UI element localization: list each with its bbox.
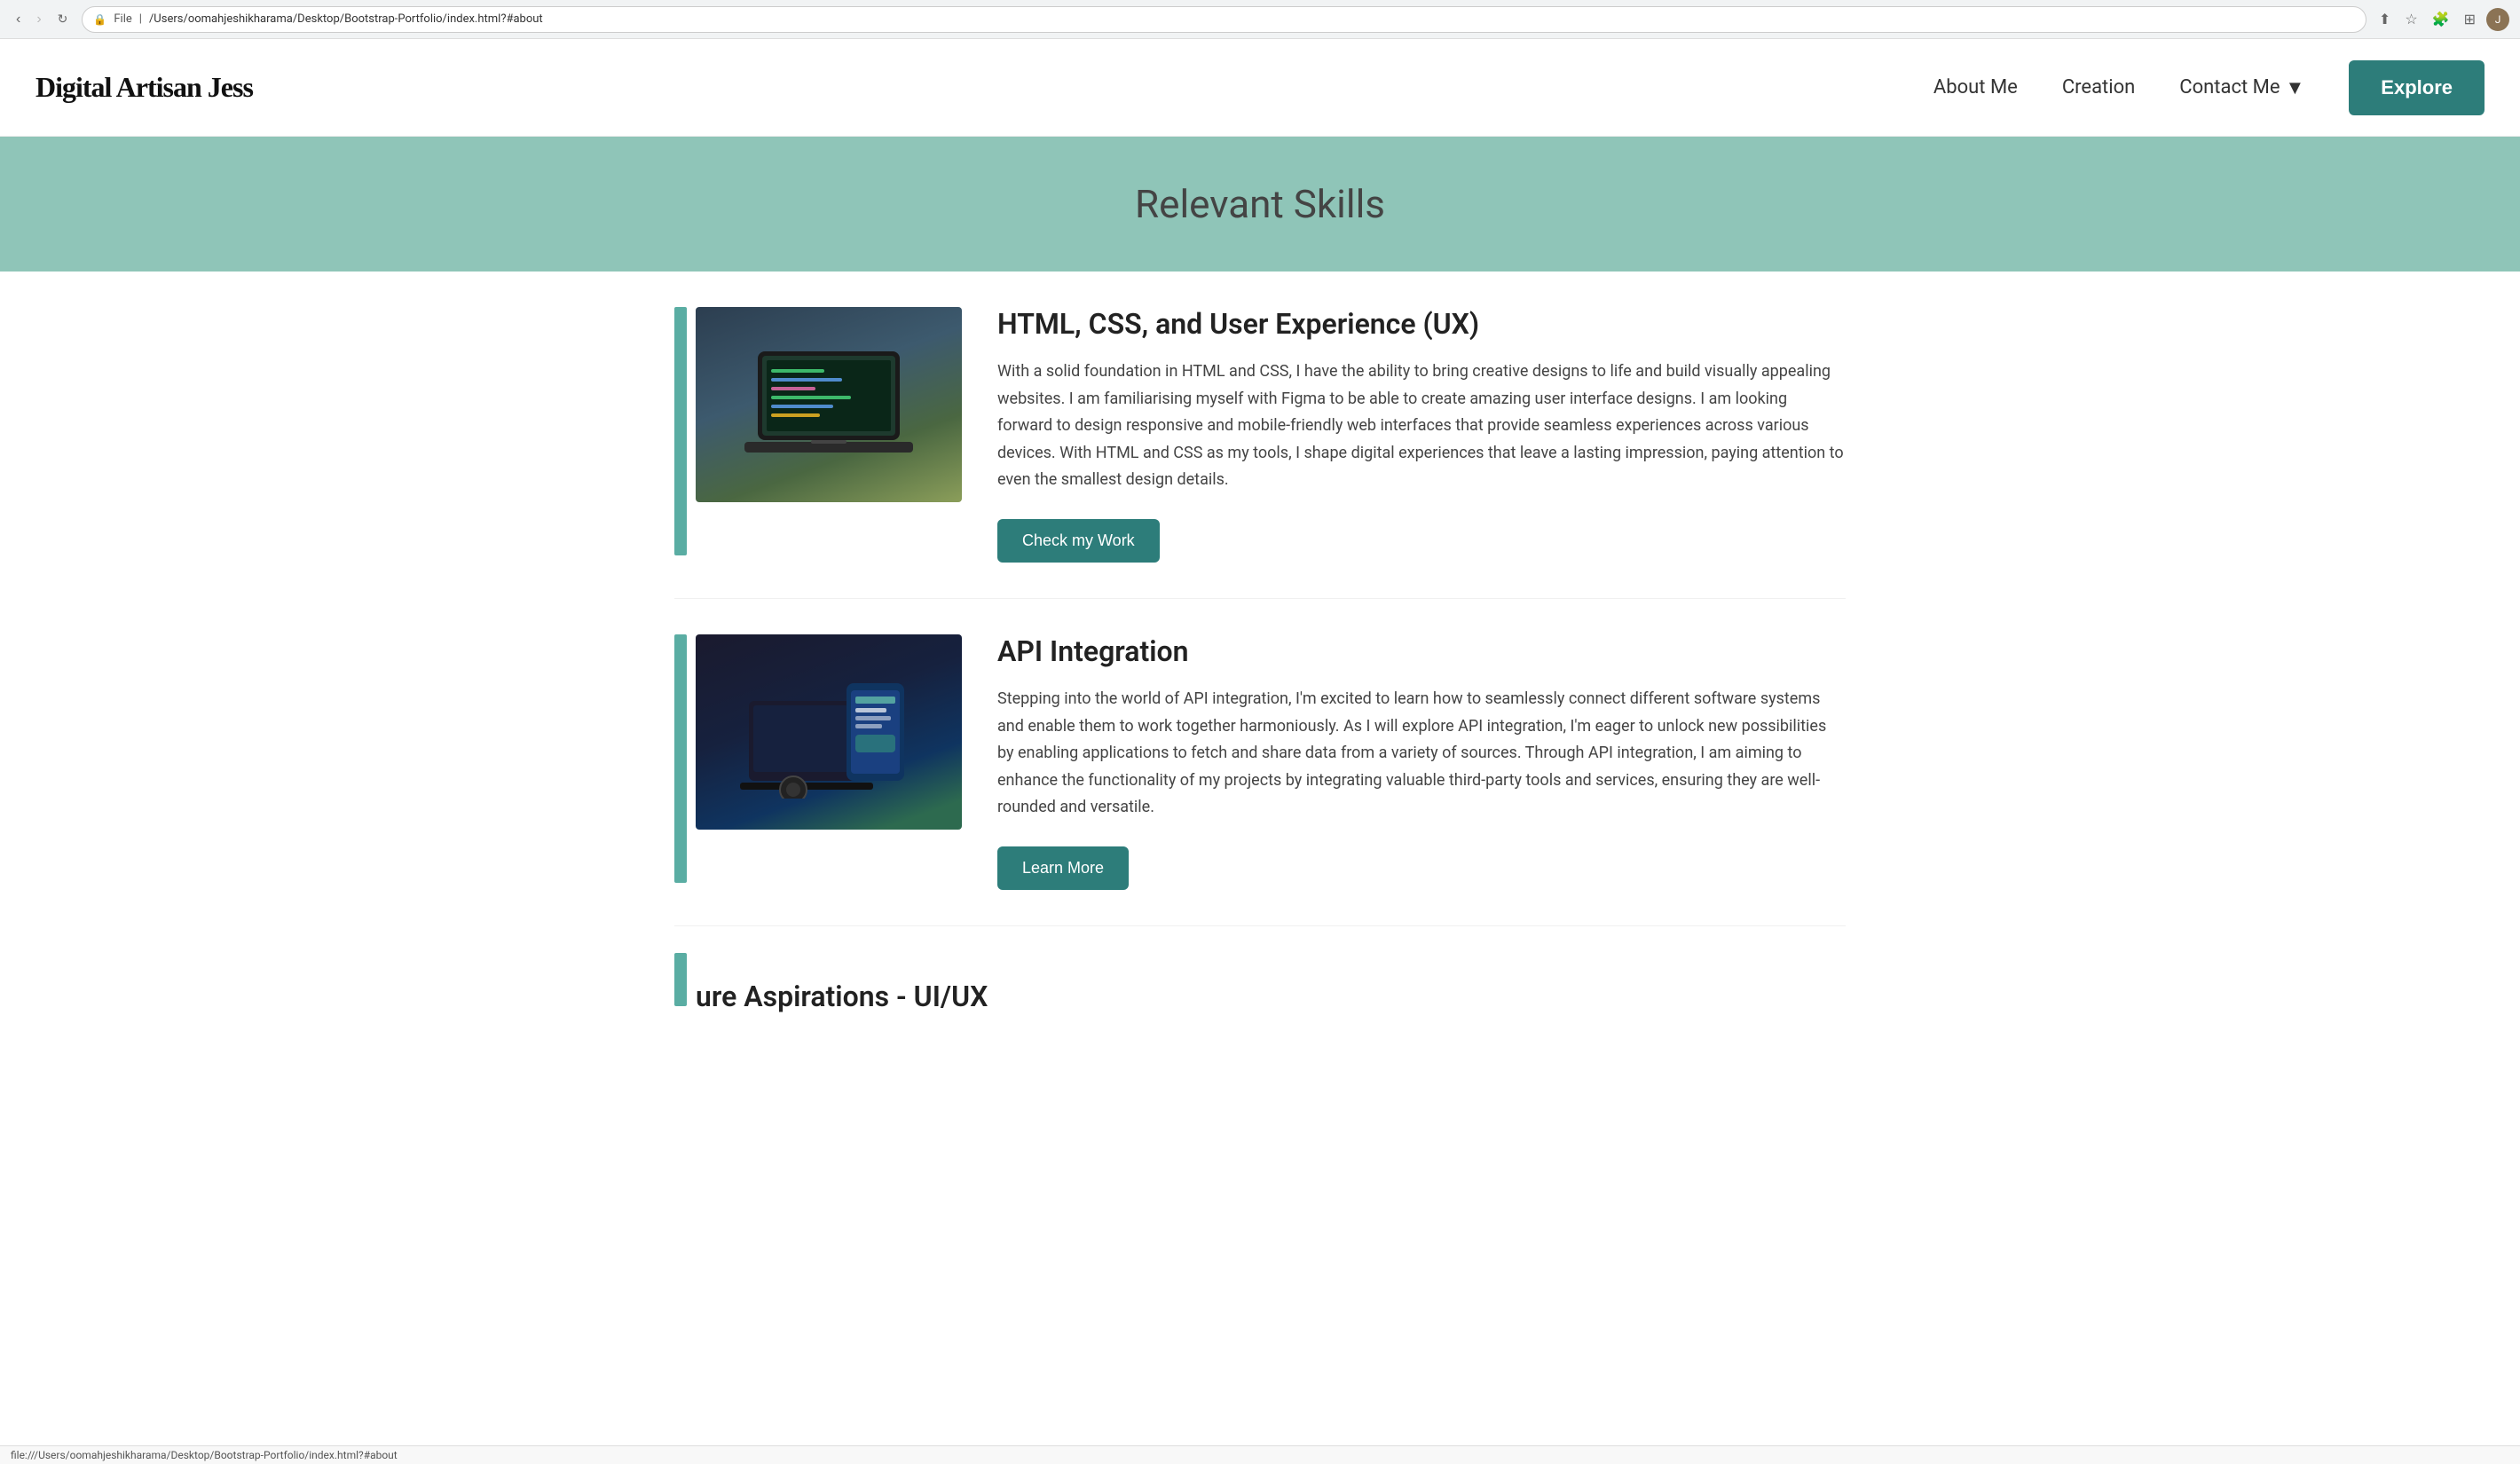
skill-description-0: With a solid foundation in HTML and CSS,… <box>997 358 1846 494</box>
skill-item-api: API Integration Stepping into the world … <box>674 599 1846 926</box>
nav-item-contact: Contact Me ▼ <box>2179 76 2304 99</box>
status-bar: file:///Users/oomahjeshikharama/Desktop/… <box>0 1445 2520 1464</box>
learn-more-button[interactable]: Learn More <box>997 846 1129 890</box>
nav-item-explore: Explore <box>2349 60 2485 115</box>
contact-label: Contact Me <box>2179 76 2280 98</box>
skills-title: Relevant Skills <box>18 181 2502 227</box>
avatar[interactable]: J <box>2486 8 2509 31</box>
check-work-button[interactable]: Check my Work <box>997 519 1160 563</box>
file-label: File <box>114 12 131 26</box>
dropdown-icon: ▼ <box>2286 76 2305 99</box>
reload-button[interactable]: ↻ <box>52 10 74 28</box>
skill-text-html-css: HTML, CSS, and User Experience (UX) With… <box>997 307 1846 563</box>
grid-button[interactable]: ⊞ <box>2461 7 2479 32</box>
explore-button[interactable]: Explore <box>2349 60 2485 115</box>
skill-title-0: HTML, CSS, and User Experience (UX) <box>997 307 1846 341</box>
partial-section-row: ure Aspirations - UI/UX <box>674 926 1846 1022</box>
phone-svg <box>740 665 917 799</box>
skill-image-phone <box>696 634 962 830</box>
partial-title-text: ure Aspirations - UI/UX <box>696 980 988 1013</box>
skill-item-html-css: HTML, CSS, and User Experience (UX) With… <box>674 272 1846 599</box>
address-bar[interactable]: 🔒 File | /Users/oomahjeshikharama/Deskto… <box>82 6 2366 33</box>
browser-actions: ⬆ ☆ 🧩 ⊞ J <box>2375 7 2509 32</box>
skills-header-section: Relevant Skills <box>0 137 2520 272</box>
forward-button[interactable]: › <box>31 10 46 29</box>
navbar: Digital Artisan Jess About Me Creation C… <box>0 39 2520 137</box>
partial-section-title: ure Aspirations - UI/UX <box>696 980 988 1013</box>
skill-image-laptop <box>696 307 962 502</box>
share-button[interactable]: ⬆ <box>2375 7 2394 32</box>
navbar-brand[interactable]: Digital Artisan Jess <box>35 71 253 104</box>
partial-accent-bar <box>674 953 687 1006</box>
url-separator: | <box>139 12 142 26</box>
lock-icon: 🔒 <box>93 13 106 26</box>
skill-title-1: API Integration <box>997 634 1846 668</box>
laptop-svg <box>740 342 917 467</box>
browser-nav-buttons: ‹ › ↻ <box>11 10 73 29</box>
url-text: /Users/oomahjeshikharama/Desktop/Bootstr… <box>149 12 543 26</box>
nav-item-about: About Me <box>1933 76 2018 98</box>
nav-item-creation: Creation <box>2062 76 2135 98</box>
skill-accent-bar-2 <box>674 634 687 883</box>
extension-button[interactable]: 🧩 <box>2429 7 2453 32</box>
skill-accent-bar-1 <box>674 307 687 555</box>
partial-section: ure Aspirations - UI/UX <box>696 953 988 1022</box>
back-button[interactable]: ‹ <box>11 10 26 29</box>
nav-link-contact[interactable]: Contact Me ▼ <box>2179 76 2304 99</box>
browser-chrome: ‹ › ↻ 🔒 File | /Users/oomahjeshikharama/… <box>0 0 2520 39</box>
skill-description-1: Stepping into the world of API integrati… <box>997 686 1846 822</box>
status-text: file:///Users/oomahjeshikharama/Desktop/… <box>11 1449 398 1461</box>
navbar-nav: About Me Creation Contact Me ▼ Explore <box>1933 60 2485 115</box>
skills-content: HTML, CSS, and User Experience (UX) With… <box>639 272 1881 1022</box>
bookmark-button[interactable]: ☆ <box>2401 7 2421 32</box>
skill-text-api: API Integration Stepping into the world … <box>997 634 1846 890</box>
nav-link-creation[interactable]: Creation <box>2062 76 2135 98</box>
nav-link-about[interactable]: About Me <box>1933 76 2018 98</box>
